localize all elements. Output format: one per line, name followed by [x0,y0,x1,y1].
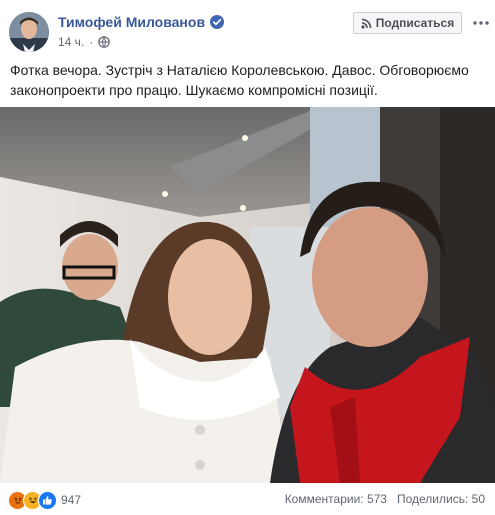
reaction-count[interactable]: 947 [61,493,81,507]
post-meta: 14 ч. · [58,34,111,49]
separator-dot: · [89,34,94,49]
post-text: Фотка вечора. Зустріч з Наталією Королев… [10,62,469,98]
engagement-stats: Комментарии: 573 Поделились: 50 [285,492,485,506]
comments-label: Комментарии [284,492,361,506]
post-timestamp[interactable]: 14 ч. [58,35,84,49]
author-name[interactable]: Тимофей Милованов [58,14,205,30]
rss-icon [361,18,372,29]
shares-label: Поделились [396,492,465,506]
post-photo[interactable] [0,107,495,483]
verified-badge-icon [210,15,225,29]
shares-count: 50 [471,492,485,506]
facebook-post: Тимофей Милованов 14 ч. · Подписаться Фо… [0,0,495,515]
comments-count: 573 [366,492,387,506]
shares-link[interactable]: Поделились: 50 [397,492,485,506]
author-row: Тимофей Милованов [58,13,225,31]
reactions-summary[interactable]: 947 [8,490,81,510]
author-avatar[interactable] [9,12,49,52]
subscribe-label: Подписаться [375,16,455,30]
comments-link[interactable]: Комментарии: 573 [285,492,387,506]
globe-icon [98,35,111,48]
more-options-icon[interactable] [471,14,491,32]
post-footer: 947 Комментарии: 573 Поделились: 50 [0,483,495,515]
subscribe-button[interactable]: Подписаться [353,12,462,34]
like-icon [38,490,57,510]
